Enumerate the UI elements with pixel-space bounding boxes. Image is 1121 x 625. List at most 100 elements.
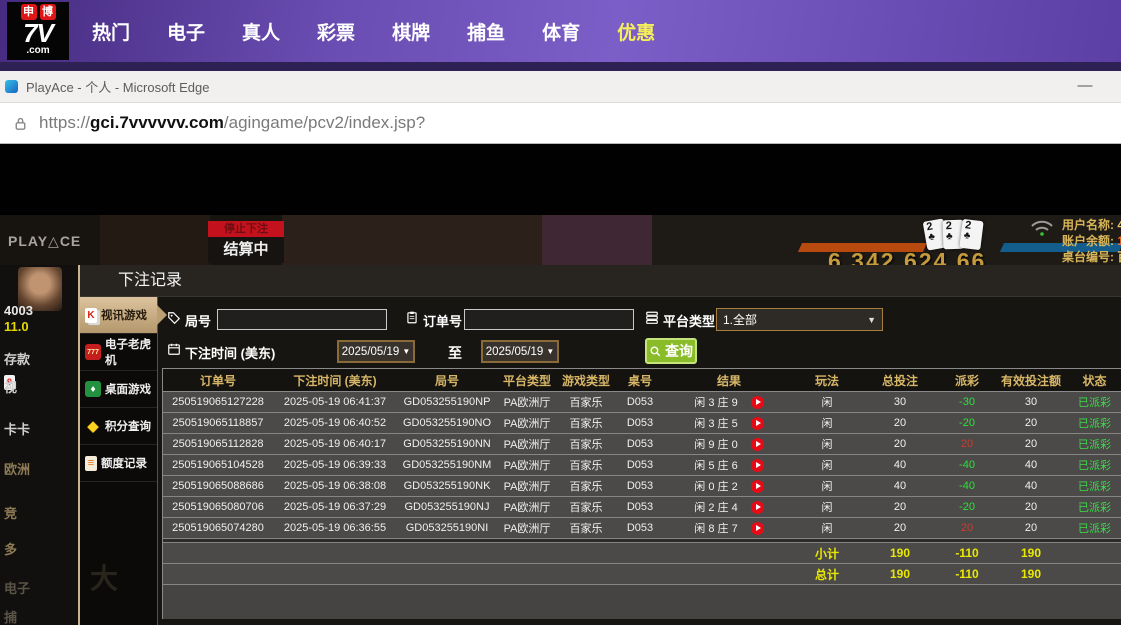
total-payout: -110 (939, 567, 995, 581)
address-bar[interactable]: https://gci.7vvvvvv.com/agingame/pcv2/in… (0, 103, 1121, 144)
wifi-signal-icon (1030, 219, 1054, 237)
cell-payout: -30 (939, 396, 995, 408)
nav-item[interactable]: 真人 (242, 18, 280, 45)
table-row: 250519065127228 2025-05-19 06:41:37 GD05… (163, 392, 1121, 413)
background-text-fragment: 11.0 (4, 319, 29, 334)
platform-icon (645, 310, 659, 325)
order-number-input[interactable] (464, 309, 634, 330)
replay-button[interactable] (751, 480, 764, 493)
chevron-down-icon: ▼ (867, 315, 876, 325)
user-info-line: 桌台编号: 百 (1062, 250, 1121, 265)
sidebar-item[interactable]: 视讯游戏 (80, 297, 157, 334)
nav-item[interactable]: 捕鱼 (467, 18, 505, 45)
minimize-button[interactable]: — (1074, 77, 1096, 94)
nav-item[interactable]: 热门 (92, 18, 130, 45)
nav-item[interactable]: 棋牌 (392, 18, 430, 45)
platform-type-select[interactable]: 1.全部 ▼ (716, 308, 883, 331)
nav-item[interactable]: 优惠 (617, 18, 655, 45)
result-text: 闲 8 庄 7 (694, 520, 737, 536)
cell-round-id: GD053255190NP (397, 396, 497, 408)
cell-bet-time: 2025-05-19 06:37:29 (273, 501, 397, 513)
stop-betting-badge: 停止下注 (208, 221, 284, 237)
background-text-fragment: 捕 (4, 607, 17, 625)
col-header-bet: 总投注 (861, 372, 939, 389)
cell-play-type: 闲 (793, 520, 861, 536)
cell-result: 闲 3 庄 9 (665, 394, 793, 410)
banner-image-fragment (100, 215, 210, 265)
cell-table-number: D053 (615, 438, 665, 450)
sidebar-item-icon (85, 308, 97, 323)
site-logo[interactable]: 申 博 7V .com (7, 2, 69, 60)
replay-button[interactable] (751, 396, 764, 409)
subtotal-payout: -110 (939, 546, 995, 560)
subtotal-row: 小计 190 -110 190 (163, 543, 1121, 564)
cell-round-id: GD053255190NK (397, 480, 497, 492)
date-from-picker[interactable]: 2025/05/19 ▼ (337, 340, 415, 363)
background-text-fragment: 电子 (4, 578, 30, 597)
search-button[interactable]: 查询 (645, 338, 697, 364)
cell-table-number: D053 (615, 522, 665, 534)
user-info-line: 用户名称: 4 (1062, 218, 1121, 233)
cell-platform: PA欧洲厅 (497, 478, 557, 494)
nav-menu: 热门 电子 真人 彩票 棋牌 捕鱼 体育 优惠 (92, 0, 655, 62)
modal-sidebar: 视讯游戏 电子老虎机 桌面游戏 积分查询 额度记录 大 (80, 297, 158, 625)
cell-round-id: GD053255190NJ (397, 501, 497, 513)
cell-table-number: D053 (615, 480, 665, 492)
nav-item[interactable]: 电子 (167, 18, 205, 45)
sidebar-item[interactable]: 额度记录 (80, 445, 157, 482)
col-header-valid: 有效投注额 (995, 372, 1067, 389)
sidebar-item[interactable]: 桌面游戏 (80, 371, 157, 408)
result-text: 闲 5 庄 6 (694, 457, 737, 473)
url-scheme: https:// (39, 113, 90, 132)
date-to-value: 2025/05/19 (486, 346, 544, 358)
user-info-line: 账户余额: 1 (1062, 234, 1121, 249)
table-row: 250519065118857 2025-05-19 06:40:52 GD05… (163, 413, 1121, 434)
cell-payout: -20 (939, 501, 995, 513)
replay-button[interactable] (751, 438, 764, 451)
round-number-input[interactable] (217, 309, 387, 330)
cell-result: 闲 0 庄 2 (665, 478, 793, 494)
banner-image-fragment (282, 215, 542, 265)
cell-game-type: 百家乐 (557, 394, 615, 410)
cell-round-id: GD053255190NM (397, 459, 497, 471)
black-spacer (0, 144, 1121, 215)
cell-status: 已派彩 (1067, 394, 1121, 410)
playing-card: 2♣ (959, 219, 983, 250)
replay-button[interactable] (751, 501, 764, 514)
cell-order-number: 250519065088686 (163, 480, 273, 492)
nav-item[interactable]: 体育 (542, 18, 580, 45)
cell-table-number: D053 (615, 459, 665, 471)
total-label: 总计 (793, 566, 861, 583)
result-text: 闲 9 庄 0 (694, 436, 737, 452)
sidebar-item-icon (85, 381, 101, 397)
nav-item[interactable]: 彩票 (317, 18, 355, 45)
cell-result: 闲 2 庄 4 (665, 499, 793, 515)
date-to-picker[interactable]: 2025/05/19 ▼ (481, 340, 559, 363)
cell-valid-bet: 20 (995, 501, 1067, 513)
betting-records-modal: 下注记录 视讯游戏 电子老虎机 桌面游戏 积分查询 (78, 265, 1121, 625)
replay-button[interactable] (751, 522, 764, 535)
cell-bet-time: 2025-05-19 06:39:33 (273, 459, 397, 471)
cell-total-bet: 20 (861, 438, 939, 450)
nav-bottom-strip (0, 62, 1121, 71)
modal-title: 下注记录 (80, 265, 1121, 297)
background-text-fragment: 竞 (4, 503, 17, 522)
cell-order-number: 250519065118857 (163, 417, 273, 429)
col-header-time: 下注时间 (美东) (273, 372, 397, 389)
platform-type-label: 平台类型 (663, 311, 715, 330)
replay-button[interactable] (751, 417, 764, 430)
lock-icon[interactable] (12, 115, 29, 132)
cell-order-number: 250519065080706 (163, 501, 273, 513)
replay-button[interactable] (751, 459, 764, 472)
subtotal-valid: 190 (995, 546, 1067, 560)
total-bet: 190 (861, 567, 939, 581)
cell-status: 已派彩 (1067, 499, 1121, 515)
sidebar-item[interactable]: 电子老虎机 (80, 334, 157, 371)
url-path: /agingame/pcv2/index.jsp? (224, 113, 425, 132)
col-header-table: 桌号 (615, 372, 665, 389)
table-row: 250519065112828 2025-05-19 06:40:17 GD05… (163, 434, 1121, 455)
cell-total-bet: 20 (861, 417, 939, 429)
sidebar-item[interactable]: 积分查询 (80, 408, 157, 445)
table-row: 250519065080706 2025-05-19 06:37:29 GD05… (163, 497, 1121, 518)
chevron-down-icon: ▼ (546, 347, 554, 356)
